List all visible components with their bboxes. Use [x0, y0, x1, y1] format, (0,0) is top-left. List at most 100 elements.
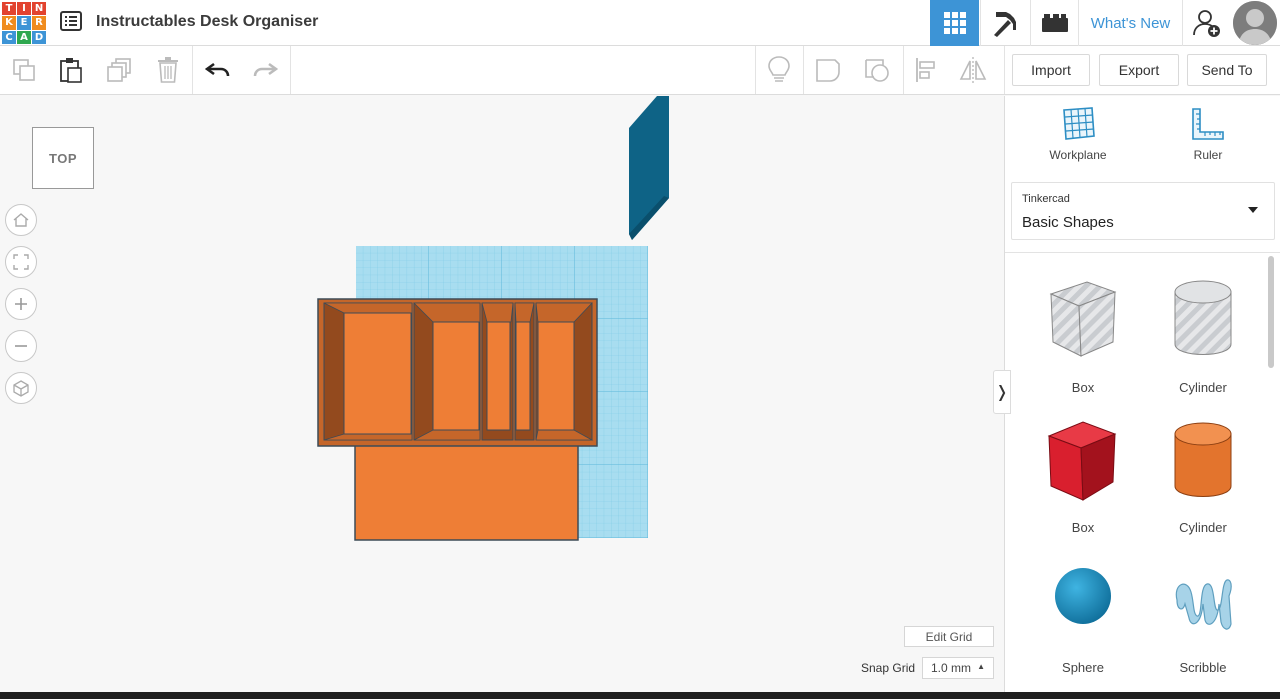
minecraft-view-button[interactable] — [980, 0, 1030, 46]
shapes-panel: Workplane Ruler Tinkercad Basic Shapes B… — [1004, 96, 1280, 692]
add-user-button[interactable] — [1182, 0, 1230, 46]
view-cube[interactable]: TOP — [32, 127, 94, 189]
toolbar-separator — [803, 46, 804, 94]
caret-up-icon: ▲ — [977, 662, 985, 671]
shape-library-select[interactable]: Tinkercad Basic Shapes — [1011, 182, 1275, 240]
pickaxe-icon — [993, 12, 1016, 37]
hint-icon[interactable] — [763, 54, 795, 86]
logo-letter: D — [32, 30, 46, 44]
copy-icon[interactable] — [8, 54, 40, 86]
duplicate-icon[interactable] — [104, 54, 136, 86]
shape-label: Scribble — [1179, 660, 1227, 675]
perspective-icon — [13, 380, 29, 397]
list-icon[interactable] — [60, 11, 82, 31]
toolbar-separator — [192, 46, 193, 94]
window-bottom-edge — [0, 692, 1280, 699]
grid-view-icon — [943, 12, 966, 34]
box-hole-icon — [1049, 281, 1117, 357]
zoom-out-icon — [15, 345, 27, 347]
workplane-icon — [1063, 107, 1095, 140]
undo-icon[interactable] — [202, 54, 234, 86]
workplane-tool[interactable]: Workplane — [1033, 106, 1123, 170]
logo-letter: T — [2, 2, 16, 16]
panel-scrollbar[interactable] — [1268, 256, 1274, 368]
ungroup-icon[interactable] — [861, 54, 893, 86]
workplane-label: Workplane — [1049, 148, 1107, 162]
shape-label: Box — [1071, 380, 1095, 395]
sphere-icon — [1055, 568, 1111, 624]
shape-cylinder-hole[interactable]: Cylinder — [1148, 266, 1258, 396]
snap-grid-select[interactable]: 1.0 mm ▲ — [922, 657, 994, 679]
bricks-icon — [1041, 14, 1068, 32]
edit-toolbar: Import Export Send To — [0, 46, 1280, 95]
logo-letter: K — [2, 16, 16, 30]
zoom-in-button[interactable] — [5, 288, 37, 320]
snap-grid-value: 1.0 mm — [931, 661, 972, 675]
grid-view-button[interactable] — [930, 0, 979, 46]
panel-divider — [1005, 252, 1280, 253]
scene-3d[interactable] — [0, 96, 1004, 692]
perspective-toggle-button[interactable] — [5, 372, 37, 404]
paste-icon[interactable] — [55, 54, 87, 86]
toolbar-separator — [290, 46, 291, 94]
ruler-tool[interactable]: Ruler — [1163, 106, 1253, 170]
top-bar: TIN KER CAD Instructables Desk Organiser W… — [0, 0, 1280, 46]
shape-label: Box — [1071, 520, 1095, 535]
scribble-icon — [1175, 579, 1232, 630]
logo-letter: R — [32, 16, 46, 30]
tinkercad-logo[interactable]: TIN KER CAD — [2, 2, 46, 44]
caret-down-icon — [1248, 207, 1258, 213]
orange-organiser-tray[interactable] — [317, 298, 598, 447]
whats-new-link[interactable]: What's New — [1078, 0, 1182, 46]
shape-label: Sphere — [1062, 660, 1104, 675]
mirror-icon[interactable] — [957, 54, 989, 86]
fit-view-icon — [13, 254, 29, 270]
design-title[interactable]: Instructables Desk Organiser — [96, 13, 318, 31]
import-button[interactable]: Import — [1012, 54, 1090, 86]
teal-divider-panel[interactable] — [629, 96, 669, 240]
toolbar-separator — [903, 46, 904, 94]
delete-icon[interactable] — [152, 54, 184, 86]
box-solid-icon — [1047, 421, 1117, 501]
ruler-label: Ruler — [1193, 148, 1223, 162]
edit-grid-button[interactable]: Edit Grid — [904, 626, 994, 647]
add-user-icon — [1192, 10, 1220, 37]
logo-letter: N — [32, 2, 46, 16]
logo-letter: E — [17, 16, 31, 30]
shape-label: Cylinder — [1179, 380, 1227, 395]
toolbar-separator — [1004, 46, 1005, 94]
home-icon — [13, 213, 29, 227]
shape-label: Cylinder — [1179, 520, 1227, 535]
shape-cylinder-solid[interactable]: Cylinder — [1148, 406, 1258, 536]
shape-sphere[interactable]: Sphere — [1028, 546, 1138, 676]
snap-grid-label: Snap Grid — [861, 661, 916, 675]
workplane-canvas[interactable]: TOP Edit Grid Snap Grid 1.0 mm ▲ — [0, 96, 1004, 692]
redo-icon[interactable] — [249, 54, 281, 86]
send-to-button[interactable]: Send To — [1187, 54, 1267, 86]
logo-letter: C — [2, 30, 16, 44]
tinkercad-app: TIN KER CAD Instructables Desk Organiser W… — [0, 0, 1280, 692]
logo-letter: I — [17, 2, 31, 16]
ruler-icon — [1192, 108, 1224, 140]
export-button[interactable]: Export — [1099, 54, 1179, 86]
library-name: Basic Shapes — [1022, 214, 1114, 231]
zoom-out-button[interactable] — [5, 330, 37, 362]
cylinder-hole-icon — [1174, 280, 1232, 355]
avatar-icon — [1233, 1, 1277, 45]
home-view-button[interactable] — [5, 204, 37, 236]
zoom-in-icon — [15, 298, 27, 310]
user-avatar-button[interactable] — [1230, 0, 1280, 46]
cylinder-solid-icon — [1174, 422, 1232, 497]
orange-base-plate[interactable] — [354, 439, 579, 541]
collapse-panel-button[interactable]: ❭ — [993, 370, 1011, 414]
logo-letter: A — [17, 30, 31, 44]
group-icon[interactable] — [812, 54, 844, 86]
shape-box-hole[interactable]: Box — [1028, 266, 1138, 396]
library-brand: Tinkercad — [1022, 193, 1070, 205]
toolbar-separator — [755, 46, 756, 94]
fit-view-button[interactable] — [5, 246, 37, 278]
shape-box-solid[interactable]: Box — [1028, 406, 1138, 536]
shape-scribble[interactable]: Scribble — [1148, 546, 1258, 676]
lego-view-button[interactable] — [1030, 0, 1078, 46]
align-icon[interactable] — [910, 54, 942, 86]
